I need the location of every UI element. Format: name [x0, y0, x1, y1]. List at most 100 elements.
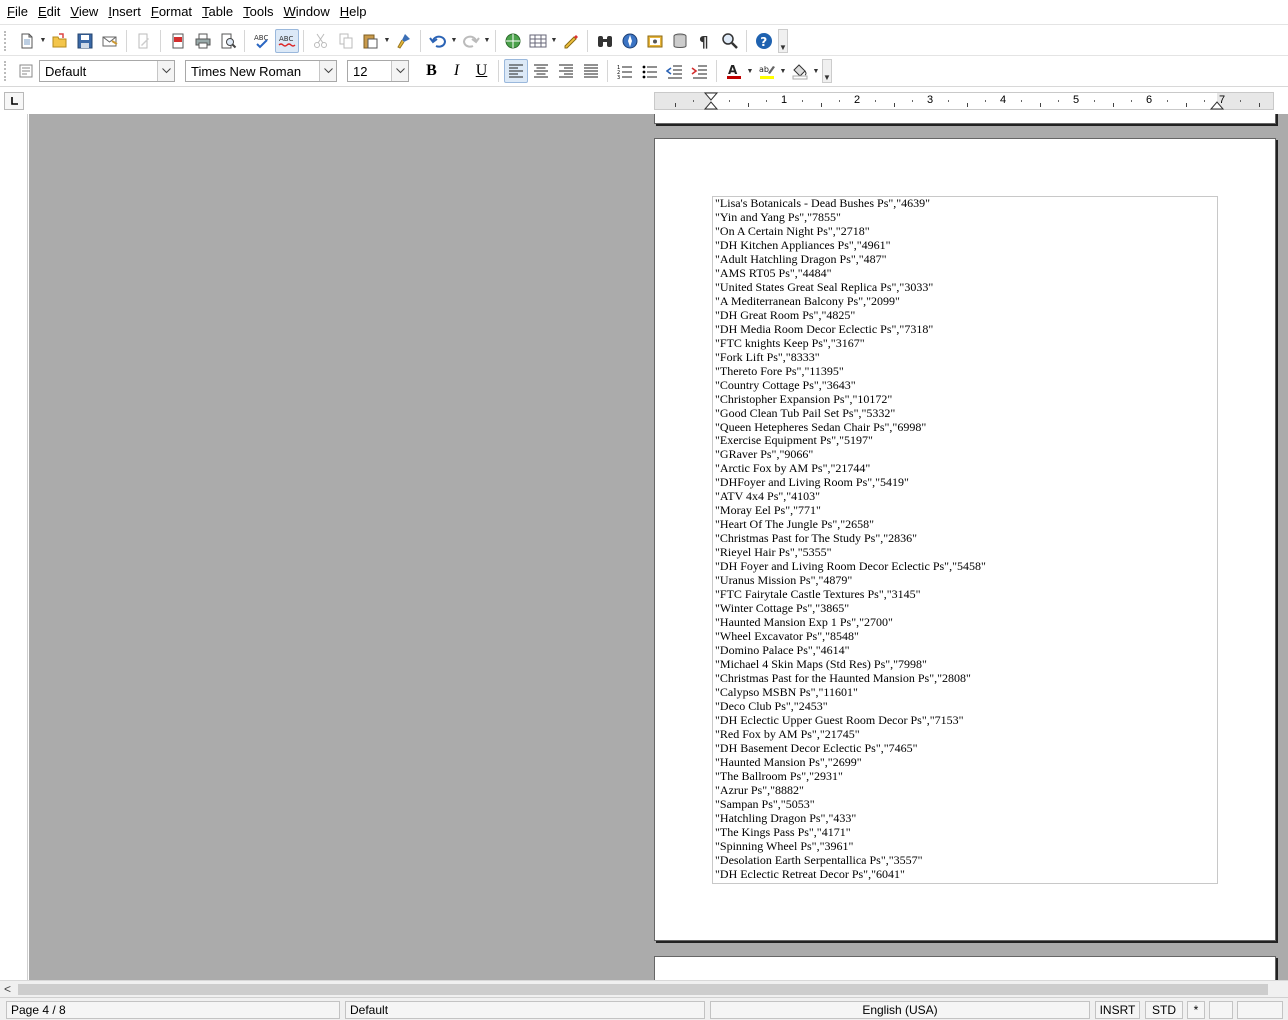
document-modified-status[interactable]: * — [1187, 1001, 1205, 1019]
edit-file-button[interactable] — [132, 29, 156, 53]
bold-button[interactable]: B — [420, 59, 444, 83]
document-line[interactable]: "Spinning Wheel Ps","3961" — [715, 839, 986, 854]
paragraph-style-combo[interactable]: Default — [39, 60, 175, 82]
autospellcheck-button[interactable]: ABC — [274, 28, 299, 53]
menu-insert[interactable]: Insert — [103, 0, 146, 24]
insert-table-dropdown[interactable]: ▼ — [550, 29, 558, 53]
chevron-down-icon[interactable] — [157, 61, 174, 81]
paste-dropdown[interactable]: ▼ — [383, 29, 391, 53]
data-sources-button[interactable] — [668, 29, 692, 53]
text-area-boundary[interactable]: "Lisa's Botanicals - Dead Bushes Ps","46… — [712, 196, 1218, 884]
cut-button[interactable] — [309, 29, 333, 53]
zoom-button[interactable] — [718, 29, 742, 53]
formatting-marks-button[interactable]: ¶ — [693, 29, 717, 53]
background-color-dropdown[interactable]: ▼ — [812, 59, 820, 83]
print-button[interactable] — [191, 29, 215, 53]
document-line[interactable]: "Lisa's Botanicals - Dead Bushes Ps","46… — [715, 196, 986, 211]
document-line[interactable]: "Good Clean Tub Pail Set Ps","5332" — [715, 406, 986, 421]
tab-stop-selector[interactable] — [4, 92, 24, 110]
align-center-button[interactable] — [529, 59, 553, 83]
document-line[interactable]: "AMS RT05 Ps","4484" — [715, 266, 986, 281]
vertical-ruler[interactable] — [0, 114, 28, 980]
menu-help[interactable]: Help — [335, 0, 372, 24]
insert-mode-status[interactable]: INSRT — [1095, 1001, 1140, 1019]
menu-file[interactable]: File — [2, 0, 33, 24]
undo-button[interactable] — [426, 29, 450, 53]
document-line[interactable]: "DH Eclectic Upper Guest Room Decor Ps",… — [715, 713, 986, 728]
document-line[interactable]: "Domino Palace Ps","4614" — [715, 643, 986, 658]
new-document-button[interactable] — [15, 29, 39, 53]
page-style-status[interactable]: Default — [345, 1001, 705, 1019]
digital-signature-status[interactable] — [1209, 1001, 1233, 1019]
document-line[interactable]: "Haunted Mansion Exp 1 Ps","2700" — [715, 615, 986, 630]
numbering-button[interactable]: 123 — [613, 59, 637, 83]
document-line[interactable]: "United States Great Seal Replica Ps","3… — [715, 280, 986, 295]
toolbar-overflow-button[interactable]: ▼ — [778, 28, 788, 53]
previous-page[interactable] — [654, 114, 1276, 124]
toolbar-grip[interactable] — [4, 61, 10, 81]
horizontal-ruler[interactable]: 1 2 3 4 5 6 7 — [654, 92, 1274, 110]
undo-dropdown[interactable]: ▼ — [450, 29, 458, 53]
document-line[interactable]: "Wheel Excavator Ps","8548" — [715, 629, 986, 644]
horizontal-scrollbar[interactable]: < — [0, 980, 1288, 997]
show-draw-functions-button[interactable] — [559, 29, 583, 53]
document-line[interactable]: "Hatchling Dragon Ps","433" — [715, 811, 986, 826]
document-line[interactable]: "Christmas Past for the Haunted Mansion … — [715, 671, 986, 686]
navigator-button[interactable] — [618, 29, 642, 53]
page-count-status[interactable]: Page 4 / 8 — [6, 1001, 340, 1019]
menu-edit[interactable]: Edit — [33, 0, 65, 24]
save-button[interactable] — [73, 29, 97, 53]
document-line[interactable]: "Christopher Expansion Ps","10172" — [715, 392, 986, 407]
document-line[interactable]: "Arctic Fox by AM Ps","21744" — [715, 461, 986, 476]
document-line[interactable]: "Exercise Equipment Ps","5197" — [715, 433, 986, 448]
document-line[interactable]: "Adult Hatchling Dragon Ps","487" — [715, 252, 986, 267]
font-name-combo[interactable]: Times New Roman — [185, 60, 337, 82]
document-line[interactable]: "Winter Cottage Ps","3865" — [715, 601, 986, 616]
chevron-down-icon[interactable] — [391, 61, 408, 81]
document-line[interactable]: "Yin and Yang Ps","7855" — [715, 210, 986, 225]
new-document-dropdown[interactable]: ▼ — [39, 29, 47, 53]
help-button[interactable]: ? — [752, 29, 776, 53]
document-line[interactable]: "FTC Fairytale Castle Textures Ps","3145… — [715, 587, 986, 602]
highlighting-dropdown[interactable]: ▼ — [779, 59, 787, 83]
menu-view[interactable]: View — [65, 0, 103, 24]
language-status[interactable]: English (USA) — [710, 1001, 1090, 1019]
copy-button[interactable] — [334, 29, 358, 53]
document-line[interactable]: "Red Fox by AM Ps","21745" — [715, 727, 986, 742]
document-line[interactable]: "DH Foyer and Living Room Decor Eclectic… — [715, 559, 986, 574]
current-page[interactable]: "Lisa's Botanicals - Dead Bushes Ps","46… — [654, 138, 1276, 941]
menu-table[interactable]: Table — [197, 0, 238, 24]
document-line[interactable]: "DH Great Room Ps","4825" — [715, 308, 986, 323]
underline-button[interactable]: U — [470, 59, 494, 83]
redo-button[interactable] — [459, 29, 483, 53]
hyperlink-button[interactable] — [501, 29, 525, 53]
scrollbar-thumb[interactable] — [18, 984, 1268, 995]
selection-mode-status[interactable]: STD — [1145, 1001, 1183, 1019]
next-page[interactable] — [654, 956, 1276, 980]
chevron-down-icon[interactable] — [319, 61, 336, 81]
document-line[interactable]: "DH Basement Decor Eclectic Ps","7465" — [715, 741, 986, 756]
increase-indent-button[interactable] — [688, 59, 712, 83]
scroll-left-icon[interactable]: < — [4, 982, 11, 996]
spelling-button[interactable]: ABC — [250, 29, 274, 53]
email-document-button[interactable] — [98, 29, 122, 53]
font-color-button[interactable]: A — [722, 59, 746, 83]
document-line[interactable]: "DH Kitchen Appliances Ps","4961" — [715, 238, 986, 253]
document-line[interactable]: "Heart Of The Jungle Ps","2658" — [715, 517, 986, 532]
export-pdf-button[interactable] — [166, 29, 190, 53]
redo-dropdown[interactable]: ▼ — [483, 29, 491, 53]
italic-button[interactable]: I — [445, 59, 469, 83]
document-line[interactable]: "Fork Lift Ps","8333" — [715, 350, 986, 365]
print-preview-button[interactable] — [216, 29, 240, 53]
first-line-indent-marker[interactable] — [704, 92, 718, 110]
document-line[interactable]: "Country Cottage Ps","3643" — [715, 378, 986, 393]
document-line[interactable]: "Queen Hetepheres Sedan Chair Ps","6998" — [715, 420, 986, 435]
document-line[interactable]: "DHFoyer and Living Room Ps","5419" — [715, 475, 986, 490]
document-line[interactable]: "Azrur Ps","8882" — [715, 783, 986, 798]
align-left-button[interactable] — [503, 59, 528, 83]
document-line[interactable]: "Christmas Past for The Study Ps","2836" — [715, 531, 986, 546]
document-line[interactable]: "On A Certain Night Ps","2718" — [715, 224, 986, 239]
menu-format[interactable]: Format — [146, 0, 197, 24]
background-color-button[interactable] — [788, 59, 812, 83]
menu-window[interactable]: Window — [278, 0, 334, 24]
